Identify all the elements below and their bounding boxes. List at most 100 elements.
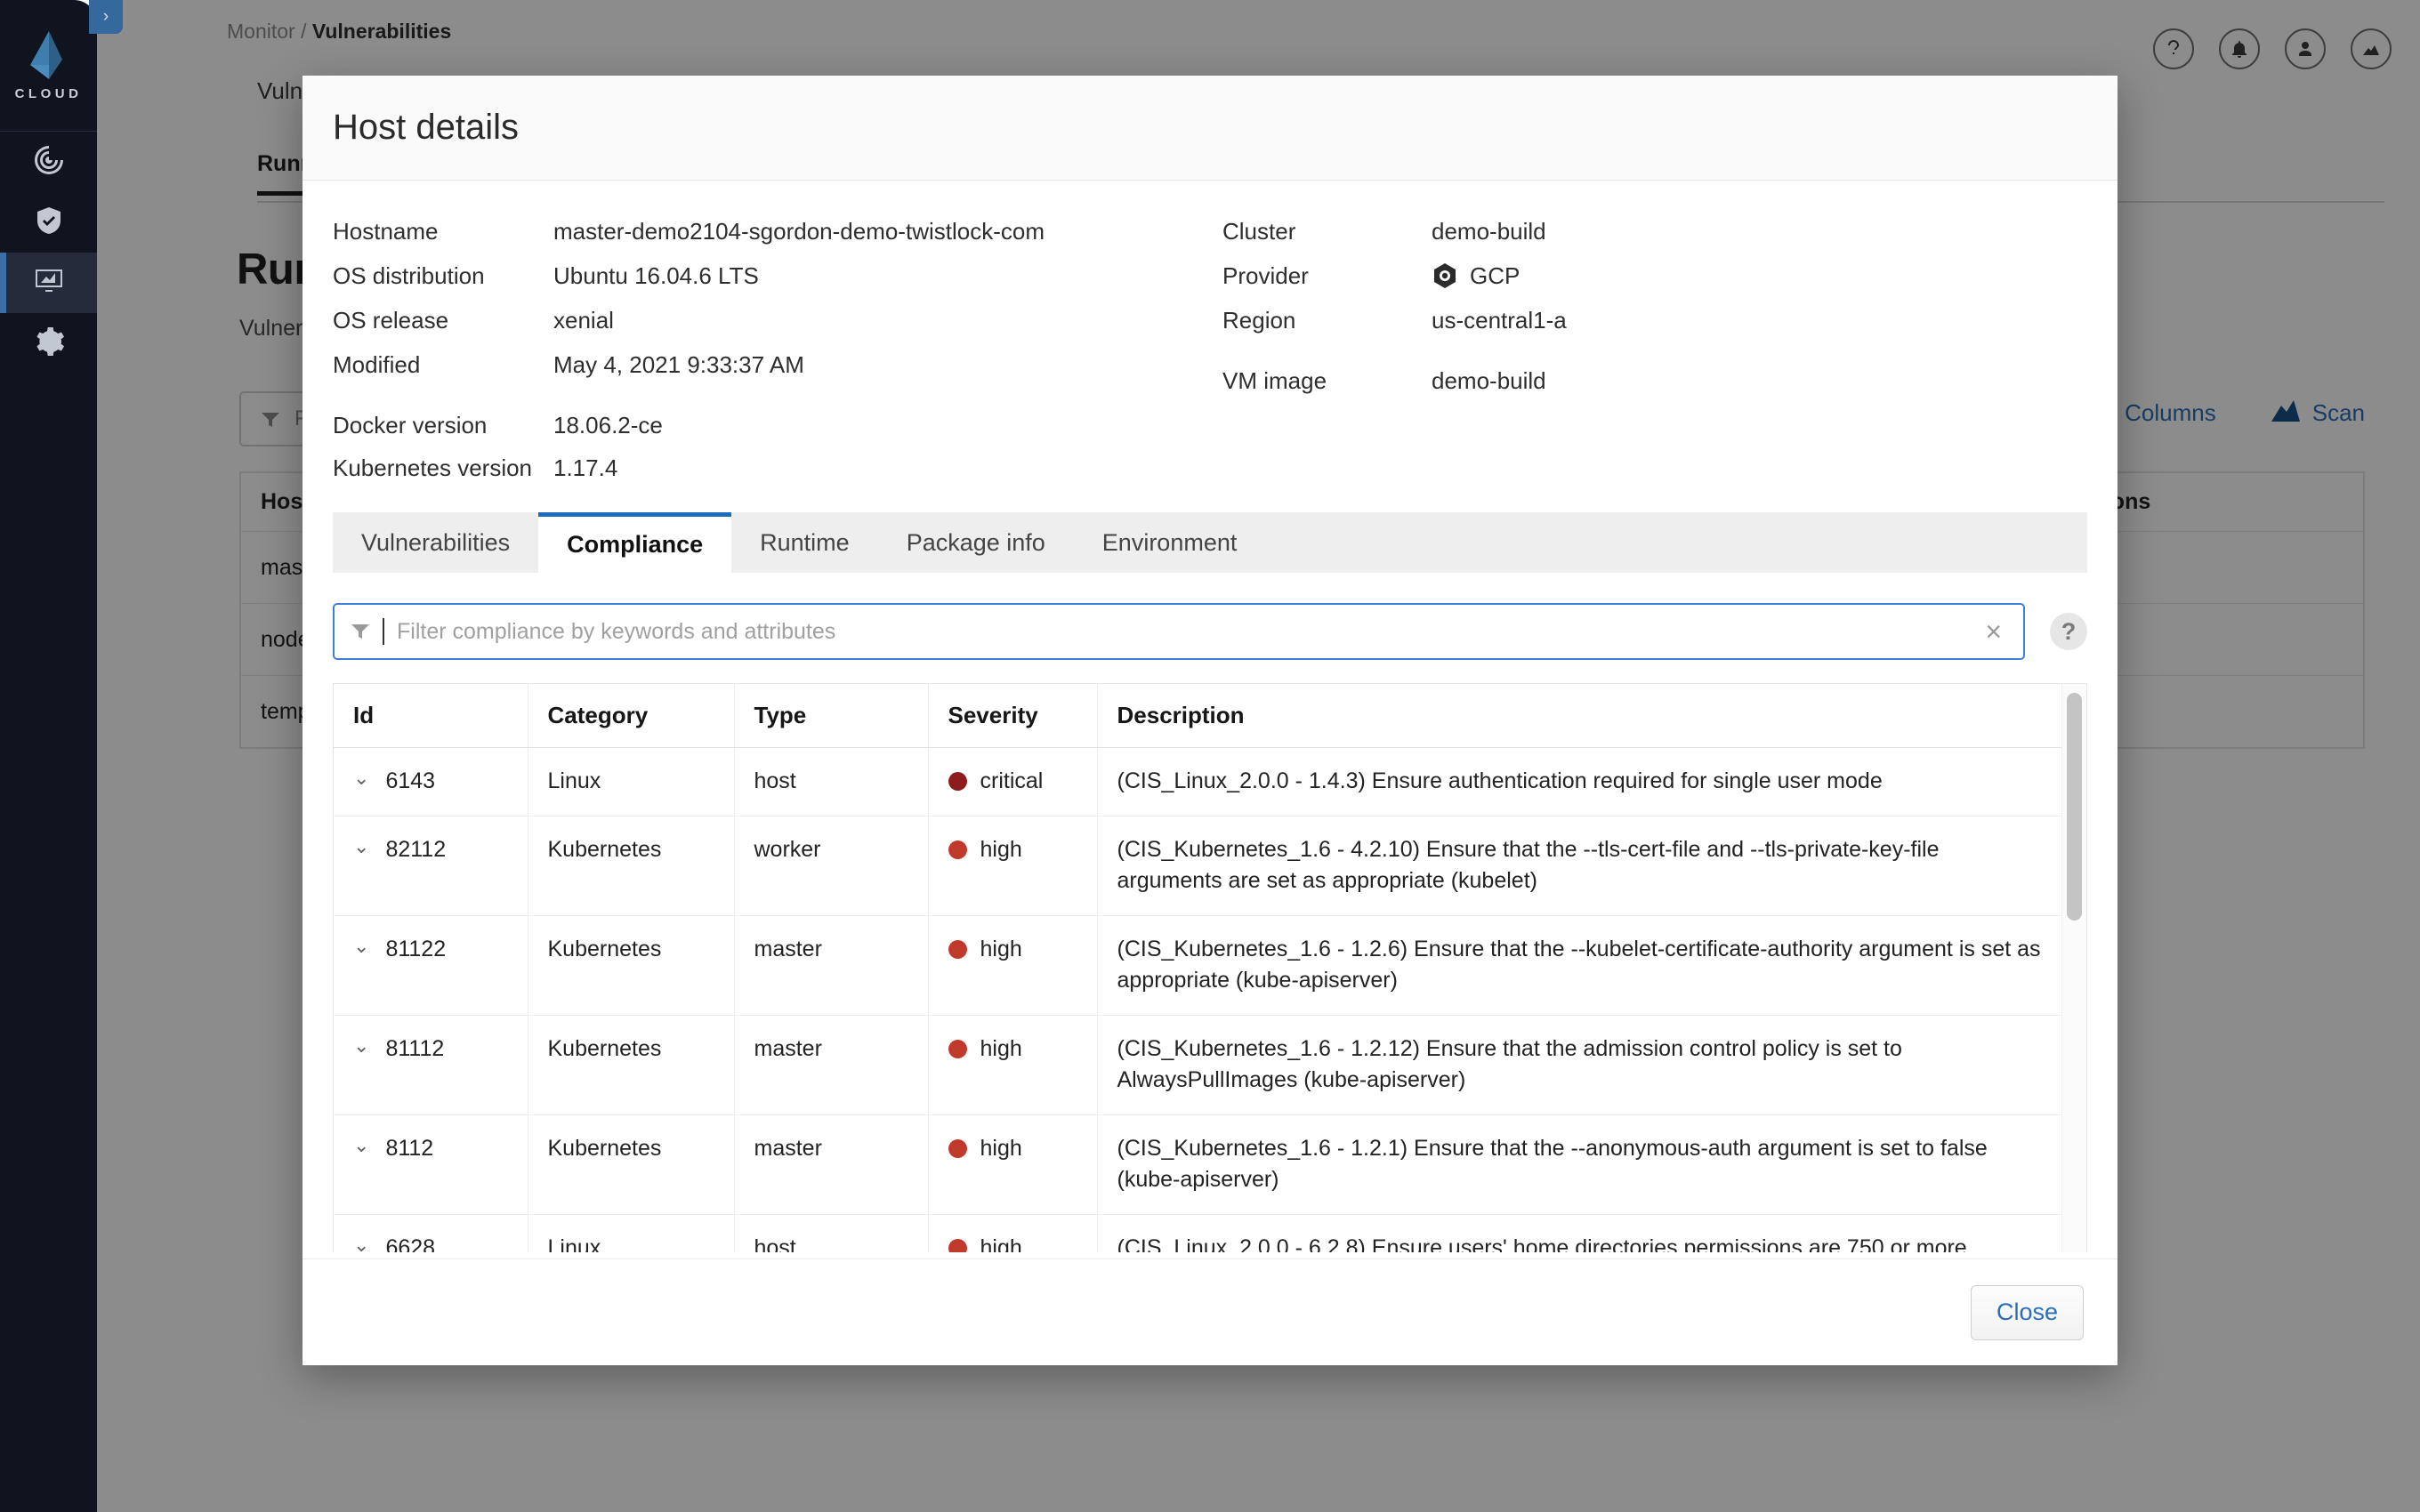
- cell-description: (CIS_Kubernetes_1.6 - 1.2.1) Ensure that…: [1097, 1114, 2061, 1215]
- label-provider: Provider: [1222, 261, 1309, 289]
- cell-severity: high: [928, 1015, 1098, 1115]
- bell-icon[interactable]: [2219, 28, 2260, 69]
- compliance-id: 81122: [385, 936, 447, 961]
- tab-compliance[interactable]: Compliance: [538, 512, 732, 573]
- label-vm-image: VM image: [1222, 366, 1327, 394]
- severity-dot-icon: [948, 772, 967, 792]
- monitor-chart-icon: [34, 266, 64, 301]
- compliance-col-severity[interactable]: Severity: [928, 684, 1098, 748]
- compliance-table-scrollbar[interactable]: [2061, 684, 2086, 1252]
- tab-package-info[interactable]: Package info: [878, 512, 1074, 573]
- filter-help-icon[interactable]: ?: [2050, 613, 2087, 650]
- label-kubernetes-version: Kubernetes version: [333, 454, 533, 481]
- chevron-down-icon[interactable]: ⌄: [353, 1033, 369, 1058]
- cell-description: (CIS_Kubernetes_1.6 - 4.2.10) Ensure tha…: [1097, 816, 2061, 916]
- cell-category: Linux: [528, 747, 735, 816]
- tab-environment[interactable]: Environment: [1074, 512, 1266, 573]
- sidebar-item-radar[interactable]: [0, 132, 97, 192]
- user-icon[interactable]: [2285, 28, 2326, 69]
- compliance-filter-row: Filter compliance by keywords and attrib…: [333, 603, 2087, 660]
- compliance-table-body: ⌄ 6143 Linux host critical (CIS_Linux_2.0.0 -…: [334, 747, 2061, 1252]
- cell-id: ⌄ 81122: [334, 915, 528, 1016]
- cell-description: (CIS_Linux_2.0.0 - 1.4.3) Ensure authent…: [1097, 747, 2061, 816]
- host-metadata-right-labels: Cluster Provider Region VM image: [1222, 209, 1432, 489]
- scan-button[interactable]: Scan: [2271, 398, 2365, 428]
- breadcrumb-current: Vulnerabilities: [311, 20, 452, 43]
- help-circle-icon[interactable]: [2153, 28, 2194, 69]
- clear-filter-icon[interactable]: ×: [1985, 617, 2007, 646]
- sidebar-item-defend[interactable]: [0, 192, 97, 253]
- compliance-col-id[interactable]: Id: [334, 684, 528, 748]
- modal-header: Host details: [302, 76, 2118, 181]
- compliance-id: 6143: [385, 768, 436, 793]
- tab-runtime[interactable]: Runtime: [731, 512, 878, 573]
- cell-type: host: [734, 1214, 929, 1252]
- host-metadata-left-values: master-demo2104-sgordon-demo-twistlock-c…: [553, 209, 1045, 489]
- cell-type: master: [734, 1114, 929, 1215]
- modal-footer: Close: [302, 1259, 2118, 1365]
- value-docker-version: 18.06.2-ce: [553, 411, 663, 438]
- scan-button-label: Scan: [2311, 399, 2365, 426]
- tab-vulnerabilities[interactable]: Vulnerabilities: [333, 512, 538, 573]
- compliance-filter-input[interactable]: Filter compliance by keywords and attrib…: [333, 603, 2025, 660]
- chevron-down-icon[interactable]: ⌄: [353, 834, 369, 859]
- table-row[interactable]: ⌄ 81122 Kubernetes master high (CIS_Kubernete…: [334, 915, 2061, 1016]
- compliance-id: 81112: [385, 1035, 445, 1061]
- cell-id: ⌄ 6628: [334, 1214, 528, 1252]
- cell-severity: high: [928, 1114, 1098, 1215]
- breadcrumb-parent[interactable]: Monitor: [227, 20, 295, 43]
- value-provider: GCP: [1432, 253, 1567, 298]
- cell-description: (CIS_Linux_2.0.0 - 6.2.8) Ensure users' …: [1097, 1214, 2061, 1252]
- table-row[interactable]: ⌄ 6628 Linux host high (CIS_Linux_2.0.0 - 6.2…: [334, 1214, 2061, 1252]
- header-icon-group: [2153, 28, 2392, 69]
- cell-category: Kubernetes: [528, 915, 735, 1016]
- label-region: Region: [1222, 306, 1296, 334]
- sidebar-expand-button[interactable]: ›: [89, 0, 123, 34]
- compliance-col-category[interactable]: Category: [528, 684, 735, 748]
- value-os-distribution: Ubuntu 16.04.6 LTS: [553, 261, 759, 289]
- compliance-col-type[interactable]: Type: [734, 684, 929, 748]
- table-row[interactable]: ⌄ 8112 Kubernetes master high (CIS_Kubernetes…: [334, 1114, 2061, 1215]
- host-metadata-left: Hostname OS distribution OS release Modi…: [333, 209, 1222, 489]
- chevron-down-icon[interactable]: ⌄: [353, 1133, 369, 1158]
- modal-tabbar: Vulnerabilities Compliance Runtime Packa…: [333, 512, 2087, 573]
- severity-label: high: [980, 1235, 1022, 1253]
- table-row[interactable]: ⌄ 6143 Linux host critical (CIS_Linux_2.0.0 -…: [334, 747, 2061, 816]
- severity-dot-icon: [948, 1238, 967, 1252]
- chevron-down-icon[interactable]: ⌄: [353, 766, 369, 791]
- scrollbar-thumb[interactable]: [2067, 693, 2082, 921]
- compliance-table-wrapper: Id Category Type Severity Description ⌄ 6…: [333, 683, 2087, 1252]
- chart-icon[interactable]: [2351, 28, 2392, 69]
- severity-label: high: [980, 1035, 1022, 1061]
- cell-category: Kubernetes: [528, 1114, 735, 1215]
- sidebar-item-monitor[interactable]: [0, 253, 97, 313]
- severity-dot-icon: [948, 939, 967, 959]
- cell-category: Kubernetes: [528, 816, 735, 916]
- host-metadata-right-values: demo-build GCP us-central1-a demo-build: [1432, 209, 1567, 489]
- funnel-icon: [351, 623, 370, 640]
- cell-id: ⌄ 81112: [334, 1015, 528, 1115]
- table-row[interactable]: ⌄ 81112 Kubernetes master high (CIS_Kubernete…: [334, 1015, 2061, 1115]
- logo-text: CLOUD: [14, 86, 83, 101]
- cell-type: master: [734, 915, 929, 1016]
- close-button[interactable]: Close: [1970, 1284, 2084, 1340]
- chevron-down-icon[interactable]: ⌄: [353, 1233, 369, 1253]
- value-os-release: xenial: [553, 306, 614, 334]
- compliance-col-description[interactable]: Description: [1097, 684, 2061, 748]
- host-details-modal: Host details Hostname OS distribution OS…: [302, 76, 2118, 1365]
- label-docker-version: Docker version: [333, 411, 488, 438]
- severity-label: high: [980, 936, 1022, 961]
- sidebar-item-manage[interactable]: [0, 313, 97, 374]
- cell-description: (CIS_Kubernetes_1.6 - 1.2.12) Ensure tha…: [1097, 1015, 2061, 1115]
- cell-severity: critical: [928, 747, 1098, 816]
- host-metadata-left-labels: Hostname OS distribution OS release Modi…: [333, 209, 553, 489]
- label-modified: Modified: [333, 350, 421, 378]
- label-hostname: Hostname: [333, 217, 439, 245]
- cell-type: host: [734, 747, 929, 816]
- table-row[interactable]: ⌄ 82112 Kubernetes worker high (CIS_Kubernete…: [334, 816, 2061, 916]
- compliance-filter-placeholder: Filter compliance by keywords and attrib…: [397, 618, 836, 644]
- cell-id: ⌄ 6143: [334, 747, 528, 816]
- value-kubernetes-version: 1.17.4: [553, 454, 618, 481]
- sidebar: CLOUD: [0, 0, 97, 1512]
- chevron-down-icon[interactable]: ⌄: [353, 934, 369, 959]
